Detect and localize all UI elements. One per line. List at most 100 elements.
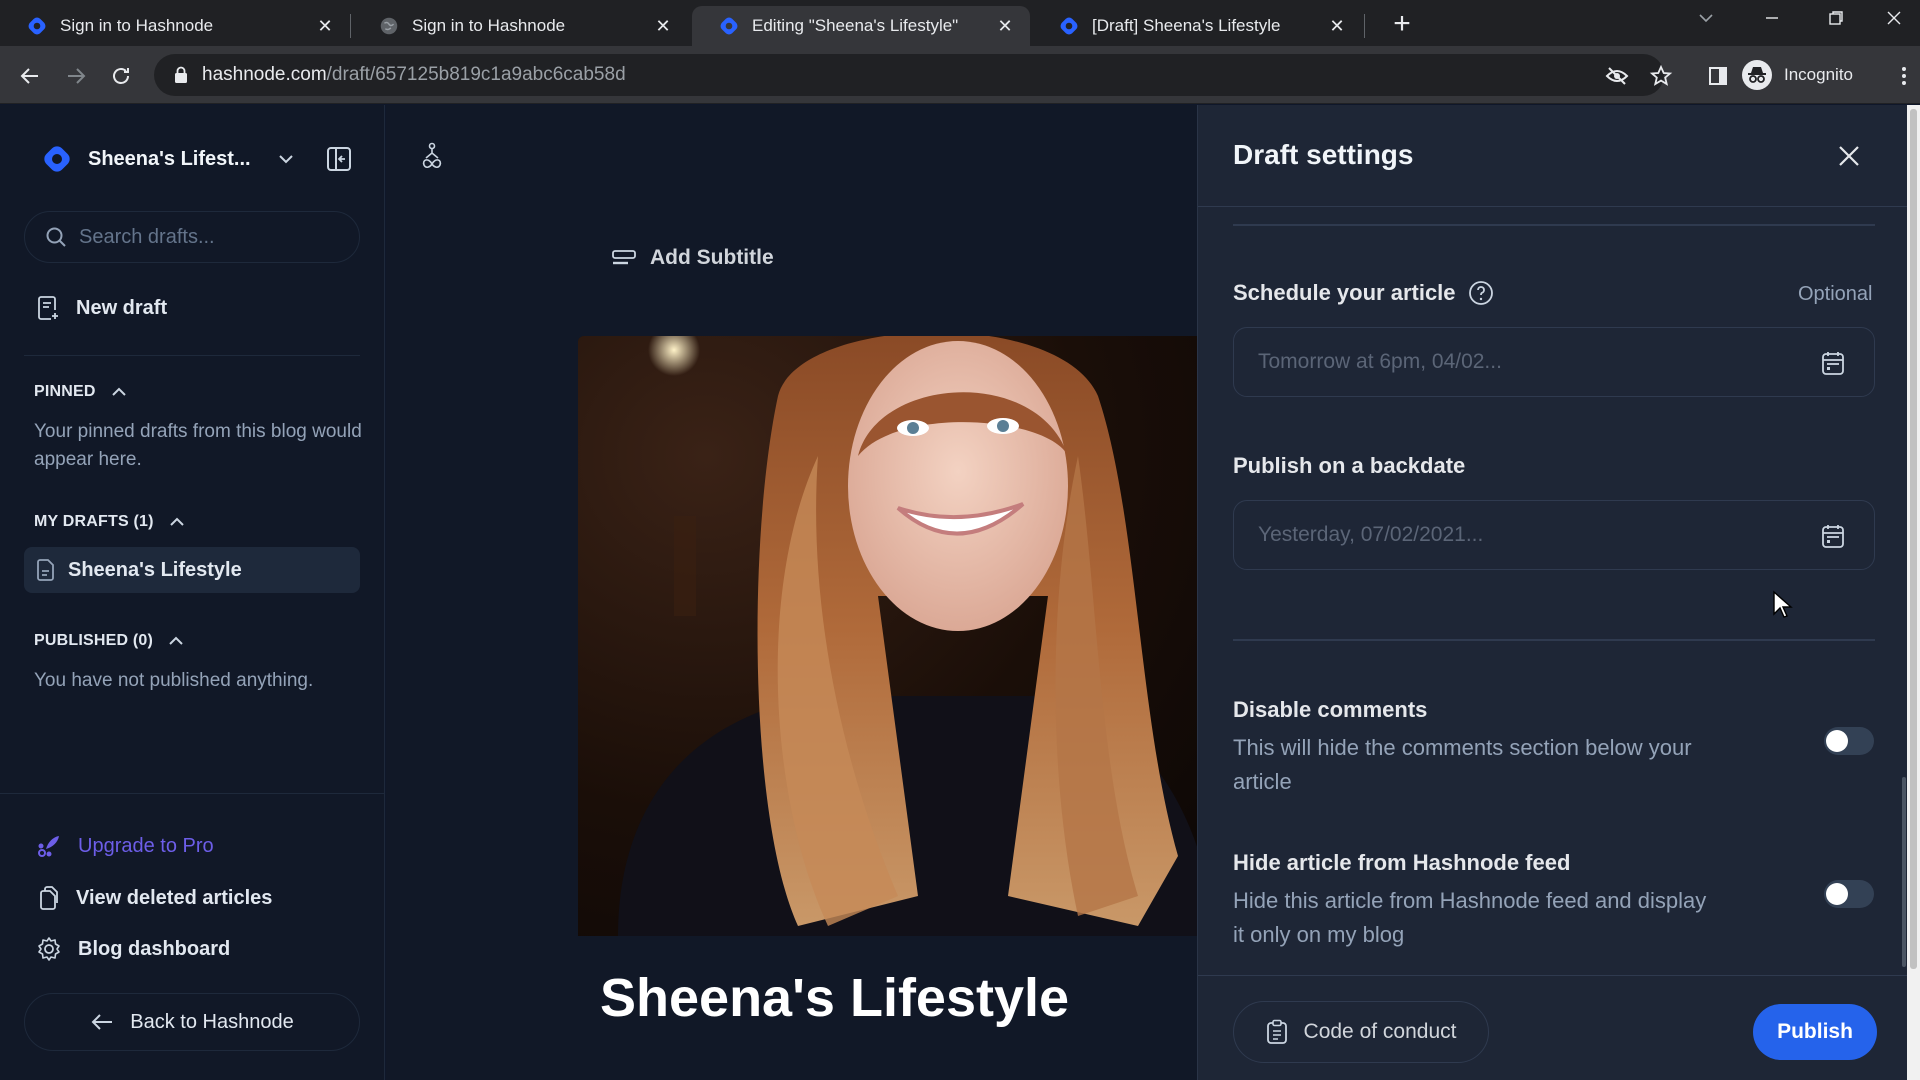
publish-button[interactable]: Publish xyxy=(1753,1004,1877,1060)
hashnode-favicon-icon xyxy=(720,17,738,35)
search-drafts-input[interactable] xyxy=(79,225,339,249)
draft-title: Sheena's Lifestyle xyxy=(68,558,242,581)
disable-comments-toggle[interactable] xyxy=(1824,727,1874,755)
backdate-label-text: Publish on a backdate xyxy=(1233,453,1466,478)
close-window-button[interactable] xyxy=(1866,0,1920,36)
pinned-section-toggle[interactable]: PINNED xyxy=(34,383,128,401)
browser-tab[interactable]: [Draft] Sheena's Lifestyle ✕ xyxy=(1032,6,1362,46)
arrow-right-icon xyxy=(68,68,86,84)
tab-title: Sign in to Hashnode xyxy=(412,16,566,35)
browser-tab[interactable]: Sign in to Hashnode ✕ xyxy=(352,6,688,46)
my-drafts-section-toggle[interactable]: MY DRAFTS (1) xyxy=(34,513,186,531)
add-subtitle-label: Add Subtitle xyxy=(650,246,774,269)
incognito-profile-button[interactable]: Incognito xyxy=(1742,56,1853,94)
url-text: hashnode.com/draft/657125b819c1a9abc6cab… xyxy=(202,64,626,86)
code-of-conduct-label: Code of conduct xyxy=(1303,1020,1457,1043)
blog-switcher[interactable]: Sheena's Lifest... xyxy=(40,142,251,176)
chevron-up-icon xyxy=(169,636,183,645)
calendar-icon[interactable] xyxy=(1820,350,1846,376)
mouse-cursor-icon xyxy=(1773,590,1793,618)
new-draft-icon xyxy=(38,296,58,320)
restore-button[interactable] xyxy=(1808,0,1864,36)
hide-from-feed-toggle[interactable] xyxy=(1824,880,1874,908)
sidebar-divider xyxy=(24,355,360,356)
calendar-icon[interactable] xyxy=(1820,523,1846,549)
section-divider xyxy=(1233,639,1875,641)
tab-close-icon[interactable]: ✕ xyxy=(994,15,1016,37)
back-button[interactable] xyxy=(12,58,48,94)
tab-search-button[interactable] xyxy=(1678,0,1734,36)
chevron-up-icon xyxy=(111,387,126,396)
sponsor-icon[interactable] xyxy=(419,142,445,172)
lock-icon xyxy=(175,66,187,83)
schedule-date-input[interactable] xyxy=(1258,350,1798,374)
subtitle-icon xyxy=(612,250,636,265)
published-empty-text: You have not published anything. xyxy=(34,670,314,691)
blog-dashboard-link[interactable]: Blog dashboard xyxy=(36,936,230,962)
minimize-button[interactable] xyxy=(1744,0,1800,36)
collapse-sidebar-icon[interactable] xyxy=(326,146,352,172)
cover-image[interactable] xyxy=(578,336,1197,936)
search-drafts-field[interactable] xyxy=(24,211,360,263)
rocket-icon xyxy=(38,836,59,857)
page-scrollbar[interactable] xyxy=(1907,105,1920,1080)
clipboard-icon xyxy=(1266,1019,1287,1044)
tab-close-icon[interactable]: ✕ xyxy=(652,15,674,37)
tab-close-icon[interactable]: ✕ xyxy=(1326,15,1348,37)
schedule-label: Schedule your article xyxy=(1233,280,1494,306)
chevron-down-icon[interactable] xyxy=(276,149,296,169)
toggle-knob xyxy=(1826,730,1848,752)
side-panel-button[interactable] xyxy=(1700,58,1736,94)
published-section-toggle[interactable]: PUBLISHED (0) xyxy=(34,632,185,650)
pinned-empty-text: Your pinned drafts from this blog would … xyxy=(34,421,362,470)
browser-toolbar: hashnode.com/draft/657125b819c1a9abc6cab… xyxy=(0,46,1920,104)
back-to-hashnode-button[interactable]: Back to Hashnode xyxy=(24,993,360,1051)
hashnode-favicon-icon xyxy=(28,17,46,35)
address-bar[interactable]: hashnode.com/draft/657125b819c1a9abc6cab… xyxy=(154,54,1673,96)
incognito-icon xyxy=(1742,60,1772,90)
forward-button[interactable] xyxy=(58,58,94,94)
search-icon xyxy=(46,227,66,247)
browser-menu-button[interactable] xyxy=(1886,58,1920,94)
reload-icon xyxy=(113,68,129,84)
tracking-protection-button[interactable] xyxy=(1604,63,1630,89)
close-icon[interactable] xyxy=(1834,141,1864,171)
upgrade-to-pro-link[interactable]: Upgrade to Pro xyxy=(36,833,214,859)
draft-list-item[interactable]: Sheena's Lifestyle xyxy=(24,547,360,593)
panel-header: Draft settings xyxy=(1198,105,1908,207)
upgrade-label: Upgrade to Pro xyxy=(78,834,214,857)
panel-title: Draft settings xyxy=(1233,139,1414,170)
backdate-date-field[interactable] xyxy=(1233,500,1875,570)
document-icon xyxy=(37,559,54,581)
browser-tab[interactable]: Sign in to Hashnode ✕ xyxy=(0,6,350,46)
hashnode-favicon-icon xyxy=(1060,17,1078,35)
tab-title: Editing "Sheena's Lifestyle" xyxy=(752,16,959,35)
page-scrollbar-thumb[interactable] xyxy=(1910,109,1917,969)
bookmark-button[interactable] xyxy=(1648,63,1674,89)
deleted-articles-icon xyxy=(40,886,58,910)
add-subtitle-button[interactable]: Add Subtitle xyxy=(612,246,774,270)
view-deleted-articles-link[interactable]: View deleted articles xyxy=(36,885,272,911)
code-of-conduct-button[interactable]: Code of conduct xyxy=(1233,1001,1489,1063)
disable-comments-title: Disable comments xyxy=(1233,697,1428,722)
panel-scrollbar[interactable] xyxy=(1902,777,1906,967)
incognito-label: Incognito xyxy=(1784,65,1853,84)
pinned-heading: PINNED xyxy=(34,383,96,400)
help-icon[interactable] xyxy=(1468,280,1494,306)
tab-close-icon[interactable]: ✕ xyxy=(314,15,336,37)
reload-button[interactable] xyxy=(103,58,139,94)
disable-comments-description: This will hide the comments section belo… xyxy=(1233,735,1692,794)
optional-label: Optional xyxy=(1798,283,1873,305)
browser-tab-active[interactable]: Editing "Sheena's Lifestyle" ✕ xyxy=(692,6,1030,46)
new-tab-button[interactable]: + xyxy=(1384,6,1420,42)
chevron-down-icon xyxy=(1699,14,1713,23)
arrow-left-icon xyxy=(20,68,38,84)
arrow-left-icon xyxy=(91,1014,113,1030)
backdate-date-input[interactable] xyxy=(1258,523,1798,547)
draft-settings-panel: Draft settings Schedule your article Opt… xyxy=(1197,105,1908,1080)
schedule-date-field[interactable] xyxy=(1233,327,1875,397)
article-title[interactable]: Sheena's Lifestyle xyxy=(600,967,1069,1029)
tab-separator xyxy=(1364,14,1365,38)
new-draft-button[interactable]: New draft xyxy=(36,295,167,321)
hide-from-feed-title: Hide article from Hashnode feed xyxy=(1233,850,1571,875)
